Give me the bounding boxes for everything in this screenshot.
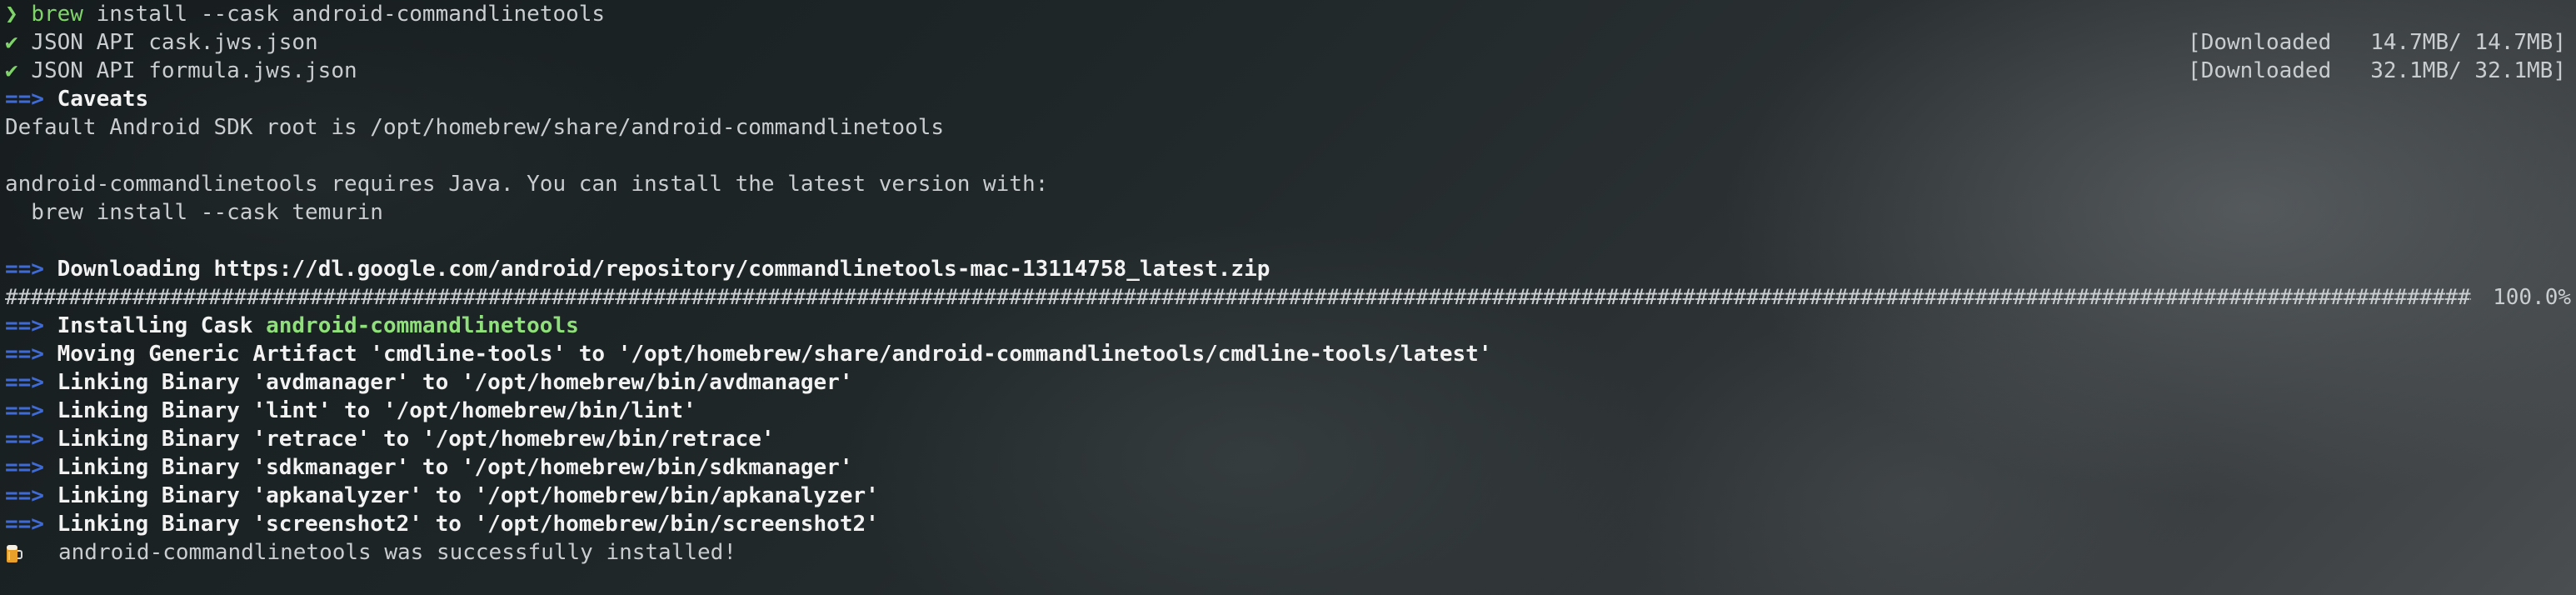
- success-line: android-commandlinetools was successfull…: [5, 538, 2571, 567]
- fetch-line: ✔ JSON API cask.jws.json [Downloaded 14.7…: [5, 28, 2571, 57]
- prompt-line: ❯ brew install --cask android-commandlin…: [5, 0, 2571, 28]
- step-text: Linking Binary 'retrace' to '/opt/homebr…: [57, 427, 775, 452]
- download-line: ==> Downloading https://dl.google.com/an…: [5, 255, 2571, 283]
- step-text: Moving Generic Artifact 'cmdline-tools' …: [57, 342, 1492, 367]
- progress-bar: ########################################…: [5, 285, 2471, 310]
- installing-prefix: Installing Cask: [57, 313, 267, 338]
- fetch-name: JSON API cask.jws.json: [31, 30, 318, 55]
- fetch-name: JSON API formula.jws.json: [31, 58, 357, 83]
- step-line: ==> Linking Binary 'screenshot2' to '/op…: [5, 510, 2571, 538]
- cask-name: android-commandlinetools: [266, 313, 579, 338]
- arrow-marker: ==>: [5, 313, 44, 338]
- step-line: ==> Linking Binary 'sdkmanager' to '/opt…: [5, 453, 2571, 482]
- download-text: Downloading https://dl.google.com/androi…: [57, 257, 1271, 282]
- step-text: Linking Binary 'avdmanager' to '/opt/hom…: [57, 370, 853, 395]
- arrow-marker: ==>: [5, 512, 44, 537]
- arrow-marker: ==>: [5, 87, 44, 112]
- caveats-line: Default Android SDK root is /opt/homebre…: [5, 115, 945, 140]
- terminal-output[interactable]: ❯ brew install --cask android-commandlin…: [5, 0, 2571, 567]
- prompt-symbol: ❯: [5, 2, 18, 27]
- arrow-marker: ==>: [5, 342, 44, 367]
- arrow-marker: ==>: [5, 483, 44, 508]
- arrow-marker: ==>: [5, 427, 44, 452]
- fetch-line: ✔ JSON API formula.jws.json [Downloaded 3…: [5, 57, 2571, 85]
- caveats-line: brew install --cask temurin: [5, 200, 383, 225]
- step-text: Linking Binary 'screenshot2' to '/opt/ho…: [57, 512, 879, 537]
- fetch-status: [Downloaded 32.1MB/ 32.1MB]: [2188, 58, 2566, 83]
- command-args: install --cask android-commandlinetools: [82, 2, 606, 27]
- arrow-marker: ==>: [5, 257, 44, 282]
- step-line: ==> Moving Generic Artifact 'cmdline-too…: [5, 340, 2571, 368]
- progress-line: ########################################…: [5, 283, 2571, 312]
- step-text: Linking Binary 'lint' to '/opt/homebrew/…: [57, 398, 696, 423]
- caveats-line: android-commandlinetools requires Java. …: [5, 172, 1049, 197]
- caveats-heading: ==> Caveats: [5, 85, 2571, 113]
- arrow-marker: ==>: [5, 370, 44, 395]
- check-icon: ✔: [5, 58, 18, 83]
- progress-percent: 100.0%: [2493, 285, 2571, 310]
- step-text: Linking Binary 'apkanalyzer' to '/opt/ho…: [57, 483, 879, 508]
- caveats-title: Caveats: [57, 87, 149, 112]
- installing-line: ==> Installing Cask android-commandlinet…: [5, 312, 2571, 340]
- step-text: Linking Binary 'sdkmanager' to '/opt/hom…: [57, 455, 853, 480]
- arrow-marker: ==>: [5, 398, 44, 423]
- fetch-status: [Downloaded 14.7MB/ 14.7MB]: [2188, 30, 2566, 55]
- arrow-marker: ==>: [5, 455, 44, 480]
- step-line: ==> Linking Binary 'lint' to '/opt/homeb…: [5, 397, 2571, 425]
- command-name: brew: [31, 2, 83, 27]
- step-line: ==> Linking Binary 'avdmanager' to '/opt…: [5, 368, 2571, 397]
- success-message: android-commandlinetools was successfull…: [58, 540, 736, 565]
- step-line: ==> Linking Binary 'apkanalyzer' to '/op…: [5, 482, 2571, 510]
- check-icon: ✔: [5, 30, 18, 55]
- step-line: ==> Linking Binary 'retrace' to '/opt/ho…: [5, 425, 2571, 453]
- beer-mug-icon: [5, 542, 23, 564]
